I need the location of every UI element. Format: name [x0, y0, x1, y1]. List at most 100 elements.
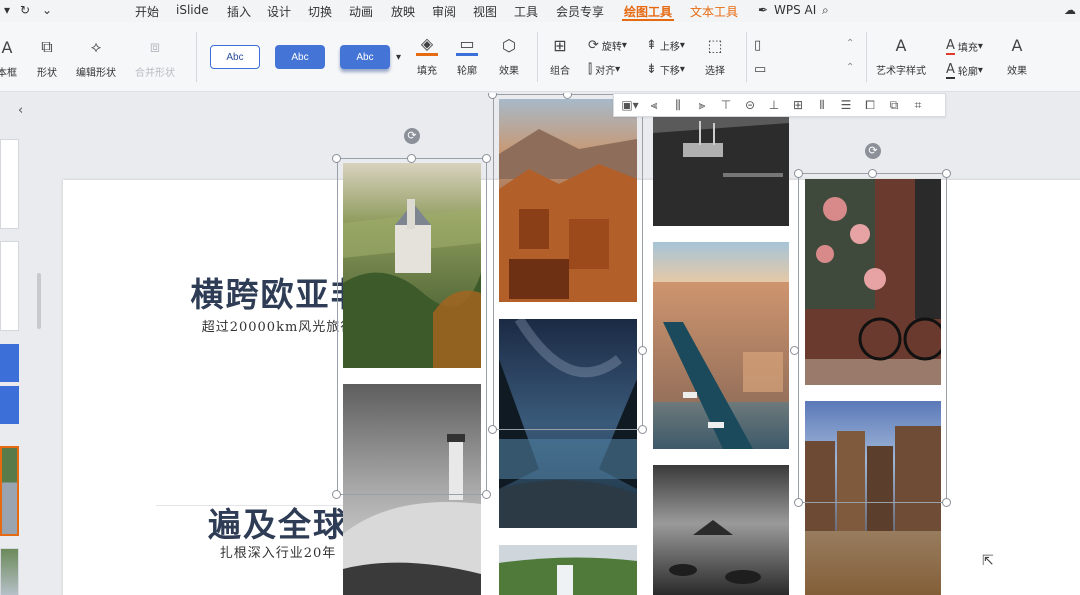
bring-forward-button[interactable]: ⇞ 上移 ▾	[646, 38, 685, 53]
align-right-icon[interactable]: ⫸	[690, 95, 714, 115]
slide-thumbnail-selected[interactable]	[0, 446, 19, 536]
rotate-handle[interactable]: ⟳	[404, 128, 420, 144]
rotate-handle[interactable]: ⟳	[865, 143, 881, 159]
photo-rocky-shore[interactable]	[653, 465, 789, 595]
menu-drawing-tools[interactable]: 绘图工具	[624, 3, 672, 20]
resize-handle[interactable]	[638, 346, 647, 355]
effects-button[interactable]: ⬡ 效果	[498, 34, 520, 78]
cloud-icon[interactable]: ☁	[1064, 3, 1076, 17]
photo-bicycle-roses[interactable]	[805, 179, 941, 385]
distribute-grid-icon[interactable]: ⊞	[786, 95, 810, 115]
style-gallery-more-button[interactable]: ▾	[396, 52, 401, 63]
rotate-label: 旋转	[601, 42, 622, 53]
menu-wps-ai[interactable]: WPS AI	[774, 3, 816, 17]
width-spinner[interactable]: ⌃	[846, 62, 854, 73]
distribute-vertical-icon[interactable]: ☰	[834, 95, 858, 115]
slide-thumbnail[interactable]	[0, 344, 19, 382]
menu-transition[interactable]: 切换	[308, 3, 332, 20]
outline-icon: ▭	[456, 34, 478, 56]
slide-thumbnail[interactable]	[0, 139, 19, 229]
size-width-icon[interactable]: ▭	[754, 62, 769, 77]
text-effects-button[interactable]: A 效果	[1006, 34, 1028, 78]
photo-desert-kasbah[interactable]	[499, 99, 637, 302]
align-button[interactable]: ⫿ 对齐 ▾	[588, 62, 620, 77]
merge-shape-button[interactable]: ⧈ 合并形状	[135, 36, 175, 79]
photo-waterfall[interactable]	[499, 545, 637, 595]
send-backward-button[interactable]: ⇟ 下移 ▾	[646, 62, 685, 77]
shape-style-filled[interactable]: Abc	[275, 45, 325, 69]
crop-icon[interactable]: ⌗	[906, 95, 930, 115]
resize-handle[interactable]	[790, 346, 799, 355]
align-bottom-icon[interactable]: ⊥	[762, 95, 786, 115]
align-left-icon[interactable]: ⫷	[642, 95, 666, 115]
photo-city-canal[interactable]	[653, 242, 789, 449]
menu-home[interactable]: 开始	[135, 3, 159, 20]
text-outline-button[interactable]: A 轮廓 ▾	[946, 62, 983, 79]
dropdown-icon[interactable]: ▾	[4, 3, 10, 17]
art-text-style-button[interactable]: A 艺术字样式	[876, 34, 926, 78]
menu-review[interactable]: 审阅	[432, 3, 456, 20]
layout-icon[interactable]: ▣▾	[618, 95, 642, 115]
shape-style-outline[interactable]: Abc	[210, 45, 260, 69]
outline-button[interactable]: ▭ 轮廓	[456, 34, 478, 77]
group-objects-icon[interactable]: ⧠	[858, 95, 882, 115]
resize-handle[interactable]	[488, 425, 497, 434]
resize-handle[interactable]	[942, 169, 951, 178]
textbox-label: 本框	[0, 68, 17, 79]
text-fill-button[interactable]: A 填充 ▾	[946, 38, 983, 55]
textbox-button[interactable]: A 本框	[0, 36, 18, 80]
menu-member[interactable]: 会员专享	[556, 3, 604, 20]
resize-handle[interactable]	[482, 490, 491, 499]
height-spinner[interactable]: ⌃	[846, 38, 854, 49]
slide-thumbnail[interactable]	[0, 241, 19, 331]
menu-view[interactable]: 视图	[473, 3, 497, 20]
align-center-icon[interactable]: ⫼	[666, 95, 690, 115]
resize-handle[interactable]	[868, 169, 877, 178]
menu-animation[interactable]: 动画	[349, 3, 373, 20]
menu-insert[interactable]: 插入	[227, 3, 251, 20]
text-fill-icon: A	[946, 38, 955, 55]
group-button[interactable]: ⊞ 组合	[549, 34, 571, 78]
menu-text-tools[interactable]: 文本工具	[690, 3, 738, 20]
thumbnail-scrollbar[interactable]	[37, 273, 41, 329]
menu-design[interactable]: 设计	[267, 3, 291, 20]
resize-handle[interactable]	[332, 490, 341, 499]
resize-handle[interactable]	[942, 498, 951, 507]
redo-icon[interactable]: ↻	[20, 3, 30, 17]
collapse-panel-icon[interactable]: ‹	[18, 103, 23, 118]
photo-canal-houses[interactable]	[805, 401, 941, 595]
photo-lighthouse[interactable]	[343, 384, 481, 595]
fill-button[interactable]: ◈ 填充	[416, 34, 438, 77]
more-icon[interactable]: ⌄	[42, 3, 52, 17]
art-text-icon: A	[895, 35, 907, 55]
floating-align-toolbar: ▣▾ ⫷ ⫼ ⫸ ⊤ ⊝ ⊥ ⊞ ⫴ ☰ ⧠ ⧉ ⌗	[613, 93, 946, 117]
resize-handle[interactable]	[794, 498, 803, 507]
slide-thumbnail[interactable]	[0, 386, 19, 424]
slide-thumbnail[interactable]	[0, 548, 19, 595]
ungroup-objects-icon[interactable]: ⧉	[882, 95, 906, 115]
menu-slideshow[interactable]: 放映	[391, 3, 415, 20]
menu-islide[interactable]: iSlide	[176, 3, 209, 17]
align-middle-icon[interactable]: ⊝	[738, 95, 762, 115]
resize-handle[interactable]	[488, 93, 497, 99]
photo-starry-fjord[interactable]	[499, 319, 637, 528]
distribute-horizontal-icon[interactable]: ⫴	[810, 95, 834, 115]
group-label: 组合	[550, 66, 570, 77]
resize-handle[interactable]	[794, 169, 803, 178]
edit-shape-button[interactable]: ⟡ 编辑形状	[76, 36, 116, 79]
resize-handle[interactable]	[482, 154, 491, 163]
photo-castle[interactable]	[343, 163, 481, 368]
rotate-button[interactable]: ⟳ 旋转 ▾	[588, 38, 627, 53]
effects-icon: ⬡	[502, 35, 516, 55]
size-height-icon[interactable]: ▯	[754, 38, 764, 53]
resize-handle[interactable]	[332, 154, 341, 163]
align-top-icon[interactable]: ⊤	[714, 95, 738, 115]
shape-style-shadow[interactable]: Abc	[340, 45, 390, 69]
resize-handle[interactable]	[638, 425, 647, 434]
shape-button[interactable]: ⧉ 形状	[36, 36, 58, 79]
search-icon[interactable]: ⌕	[822, 3, 829, 18]
resize-handle[interactable]	[407, 154, 416, 163]
menu-tools[interactable]: 工具	[514, 3, 538, 20]
select-button[interactable]: ⬚ 选择	[704, 34, 726, 78]
select-icon: ⬚	[707, 35, 723, 55]
